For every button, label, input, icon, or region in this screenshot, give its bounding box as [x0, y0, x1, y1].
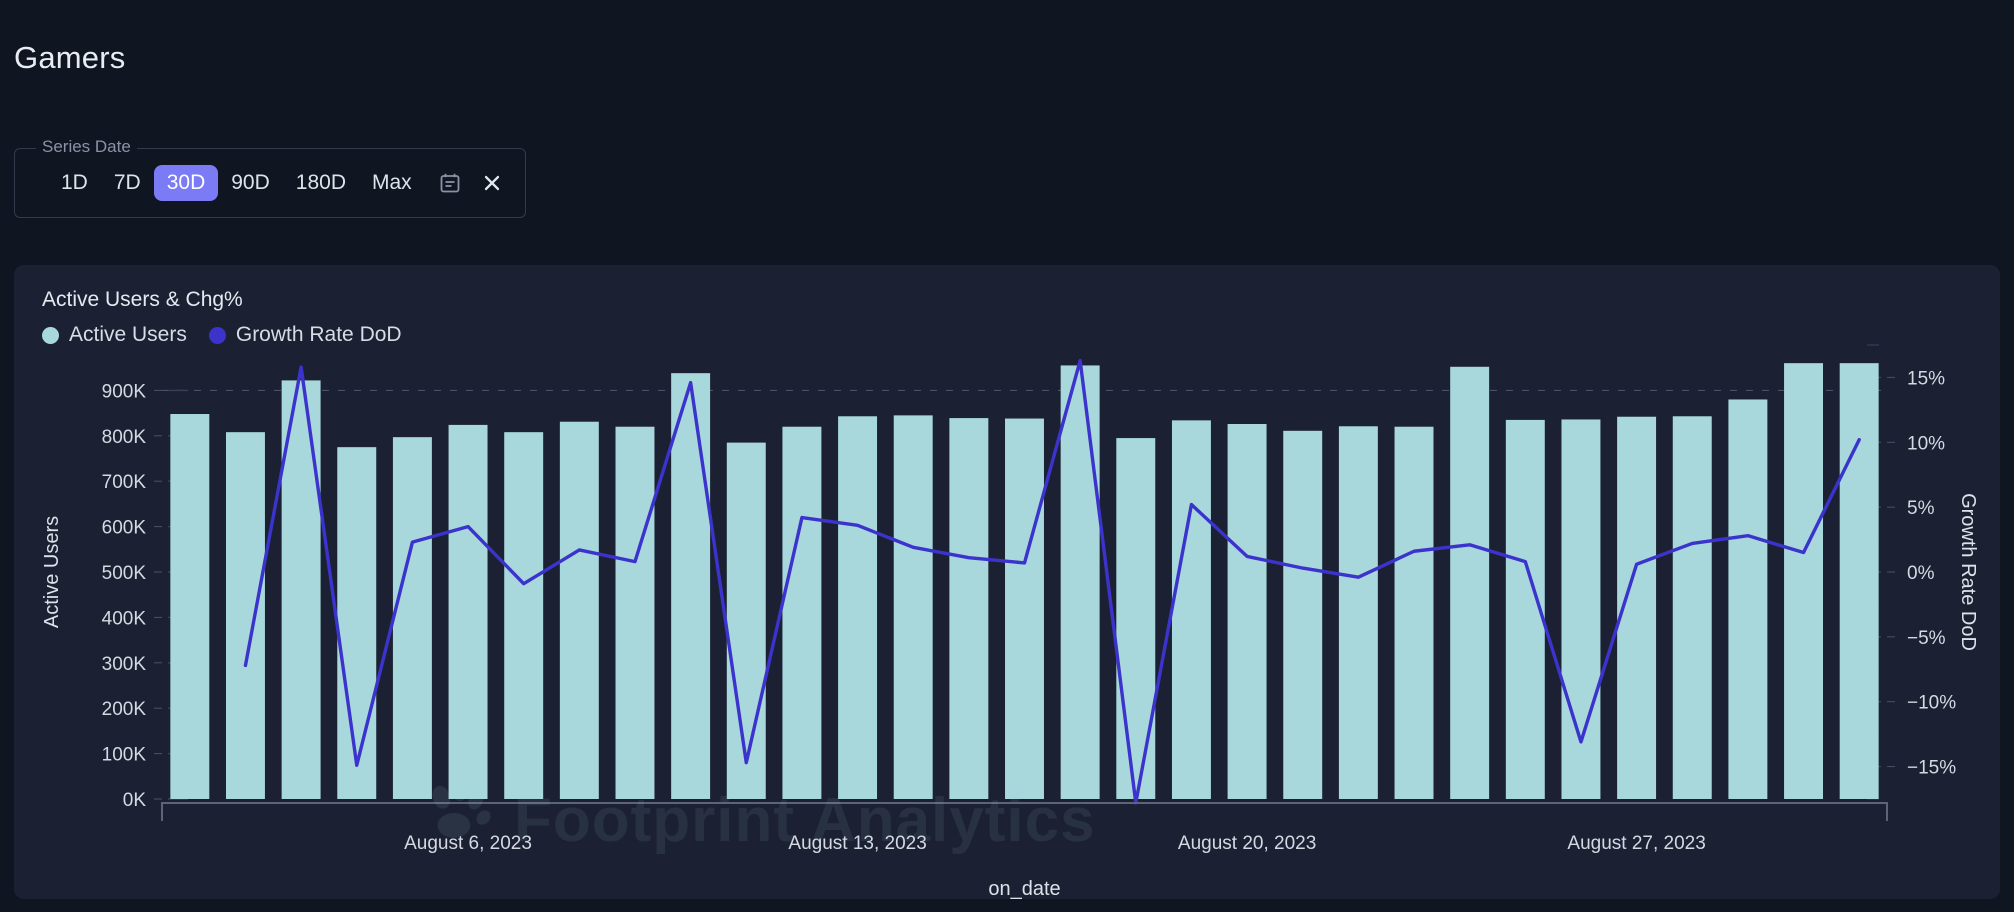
ytick-label-left: 300K [102, 654, 147, 675]
y-axis-title-left: Active Users [41, 516, 63, 628]
range-button-7d[interactable]: 7D [101, 165, 154, 200]
xtick-label-1: August 6, 2023 [404, 833, 532, 854]
bar-24[interactable] [1450, 366, 1490, 799]
ytick-label-left: 500K [102, 563, 147, 584]
ytick-label-right: 10% [1907, 433, 1945, 454]
range-button-30d[interactable]: 30D [153, 165, 219, 201]
range-button-180d[interactable]: 180D [283, 165, 359, 200]
chart-svg: 0K 100K 200K 300K 400K 500K 600K 700K 800K 900K 15… [41, 344, 1979, 899]
bar-12[interactable] [782, 426, 822, 799]
range-button-max[interactable]: Max [359, 165, 425, 200]
ytick-label-right: −10% [1907, 693, 1956, 714]
xtick-label-4: August 27, 2023 [1567, 833, 1705, 854]
bar-13[interactable] [838, 416, 878, 799]
ytick-label-left: 100K [102, 745, 147, 766]
bar-28[interactable] [1672, 416, 1712, 799]
page-title: Gamers [14, 40, 126, 75]
bar-23[interactable] [1394, 426, 1434, 799]
bar-1[interactable] [170, 414, 210, 799]
bar-9[interactable] [615, 426, 655, 799]
filter-options-row: 1D 7D 30D 90D 180D Max [14, 148, 509, 218]
xtick-label-3: August 20, 2023 [1178, 833, 1316, 854]
range-button-90d[interactable]: 90D [218, 165, 283, 200]
ytick-label-right: 15% [1907, 368, 1945, 389]
ytick-label-left: 400K [102, 608, 147, 629]
app-root: Gamers Series Date 1D 7D 30D 90D 180D Max [0, 0, 2014, 912]
calendar-icon[interactable] [433, 166, 467, 200]
ytick-label-left: 900K [102, 381, 147, 402]
bar-18[interactable] [1116, 438, 1156, 799]
bar-11[interactable] [726, 442, 766, 799]
x-axis-bracket [161, 802, 1888, 821]
range-button-1d[interactable]: 1D [48, 165, 101, 200]
x-axis-title: on_date [988, 878, 1060, 899]
series-date-filter: Series Date 1D 7D 30D 90D 180D Max [14, 137, 526, 218]
bar-10[interactable] [671, 373, 711, 799]
ytick-label-left: 200K [102, 699, 147, 720]
plot-area: 0K 100K 200K 300K 400K 500K 600K 700K 800K 900K 15… [14, 265, 2000, 899]
bar-17[interactable] [1060, 365, 1100, 799]
bar-8[interactable] [559, 421, 599, 799]
bar-15[interactable] [949, 418, 989, 799]
bar-16[interactable] [1005, 418, 1044, 799]
ytick-label-left: 800K [102, 427, 147, 448]
ytick-label-right: −5% [1907, 628, 1946, 649]
ytick-label-left: 600K [102, 518, 147, 539]
ytick-label-right: 0% [1907, 563, 1935, 584]
ytick-label-left: 700K [102, 472, 147, 493]
y-axis-title-right: Growth Rate DoD [1957, 493, 1979, 651]
bar-6[interactable] [448, 424, 488, 799]
bar-22[interactable] [1338, 426, 1378, 799]
ytick-label-right: −15% [1907, 758, 1956, 779]
bar-2[interactable] [225, 432, 265, 799]
bar-31[interactable] [1839, 363, 1879, 799]
xtick-label-2: August 13, 2023 [788, 833, 926, 854]
chart-card: Active Users & Chg% Active Users Growth R… [14, 265, 2000, 899]
bar-20[interactable] [1227, 424, 1267, 799]
bar-4[interactable] [337, 447, 377, 799]
bar-5[interactable] [392, 437, 432, 799]
ytick-label-right: 5% [1907, 498, 1935, 519]
bar-30[interactable] [1784, 363, 1824, 799]
bar-21[interactable] [1283, 430, 1323, 799]
bar-29[interactable] [1728, 399, 1768, 799]
bar-19[interactable] [1171, 420, 1211, 799]
bar-14[interactable] [893, 415, 933, 799]
ytick-label-left: 0K [123, 790, 147, 811]
close-icon[interactable] [475, 166, 509, 200]
bar-7[interactable] [504, 432, 544, 799]
